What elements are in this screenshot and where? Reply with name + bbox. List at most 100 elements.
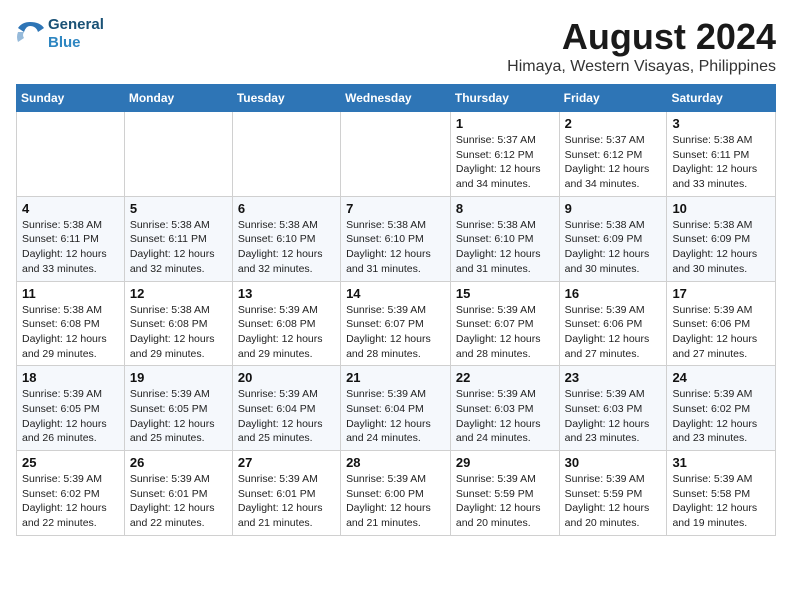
calendar-cell: 5Sunrise: 5:38 AMSunset: 6:11 PMDaylight… [124,196,232,281]
day-number: 19 [130,370,227,385]
calendar-cell: 23Sunrise: 5:39 AMSunset: 6:03 PMDayligh… [559,366,667,451]
day-info: Sunrise: 5:39 AMSunset: 6:05 PMDaylight:… [22,387,119,446]
day-info: Sunrise: 5:39 AMSunset: 6:01 PMDaylight:… [130,472,227,531]
day-info: Sunrise: 5:38 AMSunset: 6:08 PMDaylight:… [22,303,119,362]
day-number: 26 [130,455,227,470]
calendar-cell [17,112,125,197]
day-info: Sunrise: 5:39 AMSunset: 6:00 PMDaylight:… [346,472,445,531]
calendar-cell: 14 Sunrise: 5:39 AMSunset: 6:07 PMDayligh… [341,281,451,366]
day-number: 18 [22,370,119,385]
col-header-thursday: Thursday [450,85,559,112]
calendar-cell: 10Sunrise: 5:38 AMSunset: 6:09 PMDayligh… [667,196,776,281]
calendar-week-0: 1 Sunrise: 5:37 AMSunset: 6:12 PMDaylight… [17,112,776,197]
day-info: Sunrise: 5:38 AMSunset: 6:09 PMDaylight:… [672,218,770,277]
day-info: Sunrise: 5:39 AMSunset: 6:05 PMDaylight:… [130,387,227,446]
calendar-cell: 21 Sunrise: 5:39 AMSunset: 6:04 PMDayligh… [341,366,451,451]
calendar-cell: 31 Sunrise: 5:39 AMSunset: 5:58 PMDayligh… [667,451,776,536]
calendar-cell: 25 Sunrise: 5:39 AMSunset: 6:02 PMDayligh… [17,451,125,536]
day-number: 13 [238,286,335,301]
calendar-week-4: 25 Sunrise: 5:39 AMSunset: 6:02 PMDayligh… [17,451,776,536]
col-header-friday: Friday [559,85,667,112]
day-info: Sunrise: 5:39 AMSunset: 5:58 PMDaylight:… [672,472,770,531]
day-number: 25 [22,455,119,470]
logo: General Blue [16,16,104,52]
calendar-cell: 24 Sunrise: 5:39 AMSunset: 6:02 PMDayligh… [667,366,776,451]
day-number: 31 [672,455,770,470]
col-header-tuesday: Tuesday [232,85,340,112]
calendar-cell: 27 Sunrise: 5:39 AMSunset: 6:01 PMDayligh… [232,451,340,536]
day-number: 11 [22,286,119,301]
calendar-cell [341,112,451,197]
calendar-cell: 17Sunrise: 5:39 AMSunset: 6:06 PMDayligh… [667,281,776,366]
day-number: 6 [238,201,335,216]
logo-text: General Blue [48,16,104,52]
day-info: Sunrise: 5:39 AMSunset: 6:07 PMDaylight:… [346,303,445,362]
calendar-cell: 8Sunrise: 5:38 AMSunset: 6:10 PMDaylight… [450,196,559,281]
col-header-sunday: Sunday [17,85,125,112]
calendar-cell: 19 Sunrise: 5:39 AMSunset: 6:05 PMDayligh… [124,366,232,451]
day-info: Sunrise: 5:39 AMSunset: 6:02 PMDaylight:… [22,472,119,531]
day-number: 1 [456,116,554,131]
day-info: Sunrise: 5:39 AMSunset: 6:06 PMDaylight:… [672,303,770,362]
day-info: Sunrise: 5:39 AMSunset: 6:04 PMDaylight:… [238,387,335,446]
day-info: Sunrise: 5:38 AMSunset: 6:09 PMDaylight:… [565,218,662,277]
day-info: Sunrise: 5:38 AMSunset: 6:11 PMDaylight:… [672,133,770,192]
calendar-cell: 22 Sunrise: 5:39 AMSunset: 6:03 PMDayligh… [450,366,559,451]
day-info: Sunrise: 5:39 AMSunset: 6:07 PMDaylight:… [456,303,554,362]
calendar-week-3: 18 Sunrise: 5:39 AMSunset: 6:05 PMDayligh… [17,366,776,451]
day-number: 21 [346,370,445,385]
day-info: Sunrise: 5:39 AMSunset: 5:59 PMDaylight:… [456,472,554,531]
day-number: 16 [565,286,662,301]
day-info: Sunrise: 5:39 AMSunset: 6:08 PMDaylight:… [238,303,335,362]
calendar-cell: 1 Sunrise: 5:37 AMSunset: 6:12 PMDaylight… [450,112,559,197]
calendar-cell: 29 Sunrise: 5:39 AMSunset: 5:59 PMDayligh… [450,451,559,536]
day-info: Sunrise: 5:37 AMSunset: 6:12 PMDaylight:… [456,133,554,192]
day-number: 12 [130,286,227,301]
day-info: Sunrise: 5:39 AMSunset: 6:01 PMDaylight:… [238,472,335,531]
day-number: 28 [346,455,445,470]
day-info: Sunrise: 5:38 AMSunset: 6:10 PMDaylight:… [238,218,335,277]
day-number: 30 [565,455,662,470]
calendar-cell: 12 Sunrise: 5:38 AMSunset: 6:08 PMDayligh… [124,281,232,366]
calendar-cell [232,112,340,197]
day-info: Sunrise: 5:39 AMSunset: 5:59 PMDaylight:… [565,472,662,531]
location-title: Himaya, Western Visayas, Philippines [507,58,776,76]
day-info: Sunrise: 5:39 AMSunset: 6:06 PMDaylight:… [565,303,662,362]
day-number: 15 [456,286,554,301]
day-number: 22 [456,370,554,385]
day-number: 2 [565,116,662,131]
day-info: Sunrise: 5:37 AMSunset: 6:12 PMDaylight:… [565,133,662,192]
calendar-cell: 11 Sunrise: 5:38 AMSunset: 6:08 PMDayligh… [17,281,125,366]
calendar-table: SundayMondayTuesdayWednesdayThursdayFrid… [16,84,776,536]
day-number: 20 [238,370,335,385]
col-header-wednesday: Wednesday [341,85,451,112]
day-number: 9 [565,201,662,216]
day-number: 23 [565,370,662,385]
day-info: Sunrise: 5:38 AMSunset: 6:11 PMDaylight:… [22,218,119,277]
col-header-monday: Monday [124,85,232,112]
calendar-cell: 26 Sunrise: 5:39 AMSunset: 6:01 PMDayligh… [124,451,232,536]
day-number: 3 [672,116,770,131]
logo-icon [16,20,44,48]
calendar-cell: 13 Sunrise: 5:39 AMSunset: 6:08 PMDayligh… [232,281,340,366]
day-number: 8 [456,201,554,216]
day-number: 29 [456,455,554,470]
calendar-header-row: SundayMondayTuesdayWednesdayThursdayFrid… [17,85,776,112]
calendar-cell: 20 Sunrise: 5:39 AMSunset: 6:04 PMDayligh… [232,366,340,451]
day-info: Sunrise: 5:39 AMSunset: 6:04 PMDaylight:… [346,387,445,446]
day-number: 5 [130,201,227,216]
calendar-cell: 3 Sunrise: 5:38 AMSunset: 6:11 PMDaylight… [667,112,776,197]
day-info: Sunrise: 5:39 AMSunset: 6:02 PMDaylight:… [672,387,770,446]
calendar-cell: 18 Sunrise: 5:39 AMSunset: 6:05 PMDayligh… [17,366,125,451]
day-number: 7 [346,201,445,216]
day-info: Sunrise: 5:38 AMSunset: 6:08 PMDaylight:… [130,303,227,362]
day-info: Sunrise: 5:39 AMSunset: 6:03 PMDaylight:… [456,387,554,446]
day-number: 14 [346,286,445,301]
calendar-cell: 6 Sunrise: 5:38 AMSunset: 6:10 PMDaylight… [232,196,340,281]
day-number: 27 [238,455,335,470]
day-number: 4 [22,201,119,216]
col-header-saturday: Saturday [667,85,776,112]
calendar-cell: 15 Sunrise: 5:39 AMSunset: 6:07 PMDayligh… [450,281,559,366]
calendar-cell [124,112,232,197]
day-number: 24 [672,370,770,385]
